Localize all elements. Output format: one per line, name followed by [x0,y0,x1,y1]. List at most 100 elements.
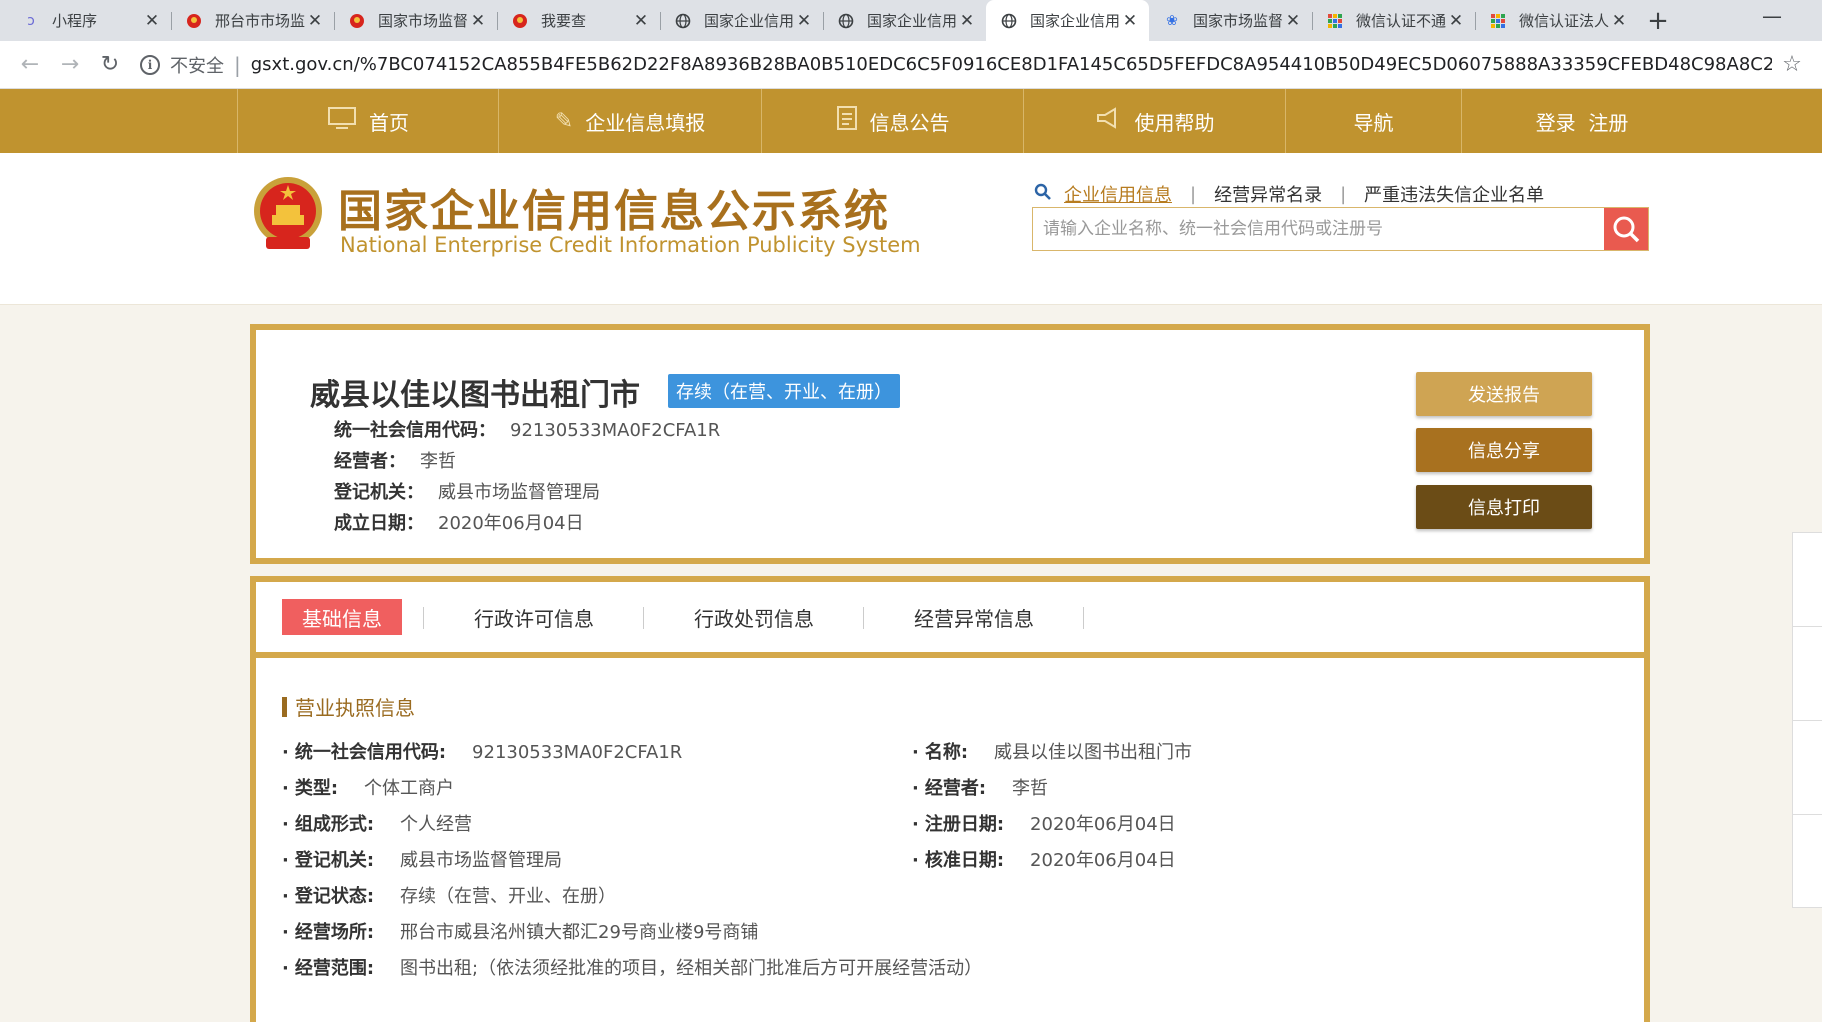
close-tab-icon[interactable]: ✕ [1447,11,1465,31]
tab-basic-info[interactable]: 基础信息 [282,599,424,635]
info-icon[interactable]: i [140,54,160,75]
company-name: 威县以佳以图书出租门市 [310,378,640,413]
license-row: · 经营范围: 图书出租;（依法须经批准的项目，经相关部门批准后方可开展经营活动） [282,958,983,979]
globe-icon [837,12,855,30]
side-float-toolbar[interactable] [1792,532,1822,908]
site-nav: 首页 ✎ 企业信息填报 信息公告 使用帮助 导航 登录 注册 [0,89,1822,153]
nav-item-announcements[interactable]: 信息公告 [762,89,1024,153]
browser-tab[interactable]: 国家企业信用 ✕ [660,0,823,41]
close-tab-icon[interactable]: ✕ [1121,11,1139,31]
close-tab-icon[interactable]: ✕ [1284,11,1302,31]
site-header: 国家企业信用信息公示系统 National Enterprise Credit … [0,153,1822,305]
browser-tab[interactable]: 微信认证不通 ✕ [1312,0,1475,41]
browser-tab-bar: ↄ 小程序 ✕ 邢台市市场监 ✕ 国家市场监督 ✕ 我要查 ✕ 国家企业信用 ✕… [0,0,1822,41]
license-row: · 组成形式: 个人经营 [282,814,473,835]
grid-app-icon [1326,12,1344,30]
browser-tab[interactable]: 邢台市市场监 ✕ [171,0,334,41]
close-tab-icon[interactable]: ✕ [306,11,324,31]
info-tabs: 基础信息 行政许可信息 行政处罚信息 经营异常信息 [256,582,1644,658]
summary-founded: 成立日期： 2020年06月04日 [334,513,584,534]
close-tab-icon[interactable]: ✕ [1610,11,1628,31]
national-emblem-logo [252,175,324,253]
license-row: · 类型: 个体工商户 [282,778,455,799]
search-tab-serious-violation[interactable]: 严重违法失信企业名单 [1364,181,1544,207]
license-row: · 统一社会信用代码: 92130533MA0F2CFA1R [282,742,683,763]
site-title-en: National Enterprise Credit Information P… [340,233,921,257]
print-info-button[interactable]: 信息打印 [1416,485,1592,529]
close-tab-icon[interactable]: ✕ [958,11,976,31]
search-input[interactable] [1033,208,1604,250]
license-row: · 登记状态: 存续（在营、开业、在册） [282,886,617,907]
tab-divider: | [1190,183,1197,205]
bookmark-star-icon[interactable]: ☆ [1772,52,1812,77]
tab-abnormal-operation[interactable]: 经营异常信息 [864,599,1084,635]
back-arrow-icon[interactable]: ← [10,52,50,77]
grid-app-icon [1489,12,1507,30]
license-row: · 名称: 威县以佳以图书出租门市 [912,742,1193,763]
license-row: · 登记机关: 威县市场监督管理局 [282,850,563,871]
search-icon [1613,216,1640,243]
search-button[interactable] [1604,208,1648,250]
close-tab-icon[interactable]: ✕ [795,11,813,31]
close-tab-icon[interactable]: ✕ [632,11,650,31]
megaphone-icon [1095,106,1123,136]
search-type-tabs: 企业信用信息 | 经营异常名录 | 严重违法失信企业名单 [1034,181,1544,207]
url-field[interactable]: gsxt.gov.cn/%7BC074152CA855B4FE5B62D22F8… [251,54,1772,75]
close-tab-icon[interactable]: ✕ [469,11,487,31]
side-tool-slot[interactable] [1793,627,1822,721]
browser-tab[interactable]: 我要查 ✕ [497,0,660,41]
nav-item-home[interactable]: 首页 [237,89,499,153]
browser-tab[interactable]: ↄ 小程序 ✕ [8,0,171,41]
emblem-favicon-icon [511,12,529,30]
browser-tab-active[interactable]: 国家企业信用 ✕ [986,0,1149,41]
summary-operator: 经营者： 李哲 [334,451,456,472]
search-icon [1034,183,1052,206]
edit-icon: ✎ [554,108,574,134]
security-label[interactable]: 不安全 [170,52,224,78]
section-marker [282,696,287,717]
side-tool-slot[interactable] [1793,815,1822,909]
tab-divider: | [1340,183,1347,205]
tab-admin-license[interactable]: 行政许可信息 [424,599,644,635]
search-box [1032,207,1649,251]
summary-credit-code: 统一社会信用代码： 92130533MA0F2CFA1R [334,420,721,441]
document-icon [836,105,858,137]
license-row: · 经营者: 李哲 [912,778,1049,799]
globe-icon [674,12,692,30]
nav-item-login-register[interactable]: 登录 注册 [1462,89,1702,153]
nav-item-help[interactable]: 使用帮助 [1024,89,1286,153]
browser-tab[interactable]: ❀ 国家市场监督 ✕ [1149,0,1312,41]
license-row: · 核准日期: 2020年06月04日 [912,850,1176,871]
reload-icon[interactable]: ↻ [90,52,130,77]
mini-program-icon: ↄ [27,12,35,29]
browser-tab[interactable]: 微信认证法人 ✕ [1475,0,1638,41]
emblem-favicon-icon [348,12,366,30]
search-tab-credit-info[interactable]: 企业信用信息 [1064,181,1172,207]
nav-item-guide[interactable]: 导航 [1286,89,1462,153]
new-tab-button[interactable]: + [1638,0,1678,41]
close-tab-icon[interactable]: ✕ [143,11,161,31]
forward-arrow-icon[interactable]: → [50,52,90,77]
search-tab-abnormal-list[interactable]: 经营异常名录 [1214,181,1322,207]
browser-tab[interactable]: 国家市场监督 ✕ [334,0,497,41]
summary-authority: 登记机关： 威县市场监督管理局 [334,482,600,503]
globe-icon [1000,12,1018,30]
address-bar: ← → ↻ i 不安全 | gsxt.gov.cn/%7BC074152CA85… [0,41,1822,89]
send-report-button[interactable]: 发送报告 [1416,372,1592,416]
side-tool-slot[interactable] [1793,721,1822,815]
license-row: · 注册日期: 2020年06月04日 [912,814,1176,835]
address-divider: | [234,52,241,77]
browser-tab[interactable]: 国家企业信用 ✕ [823,0,986,41]
paw-icon: ❀ [1166,12,1178,29]
section-title: 营业执照信息 [282,692,415,721]
side-tool-slot[interactable] [1793,533,1822,627]
license-row: · 经营场所: 邢台市威县洺州镇大都汇29号商业楼9号商铺 [282,922,759,943]
minimize-window-icon[interactable]: — [1762,4,1782,28]
tab-admin-penalty[interactable]: 行政处罚信息 [644,599,864,635]
company-summary-card: 威县以佳以图书出租门市 存续（在营、开业、在册） 统一社会信用代码： 921305… [250,324,1650,564]
nav-item-fill-info[interactable]: ✎ 企业信息填报 [499,89,762,153]
site-title-cn: 国家企业信用信息公示系统 [338,186,890,237]
status-badge: 存续（在营、开业、在册） [668,374,900,408]
emblem-favicon-icon [185,12,203,30]
share-info-button[interactable]: 信息分享 [1416,428,1592,472]
